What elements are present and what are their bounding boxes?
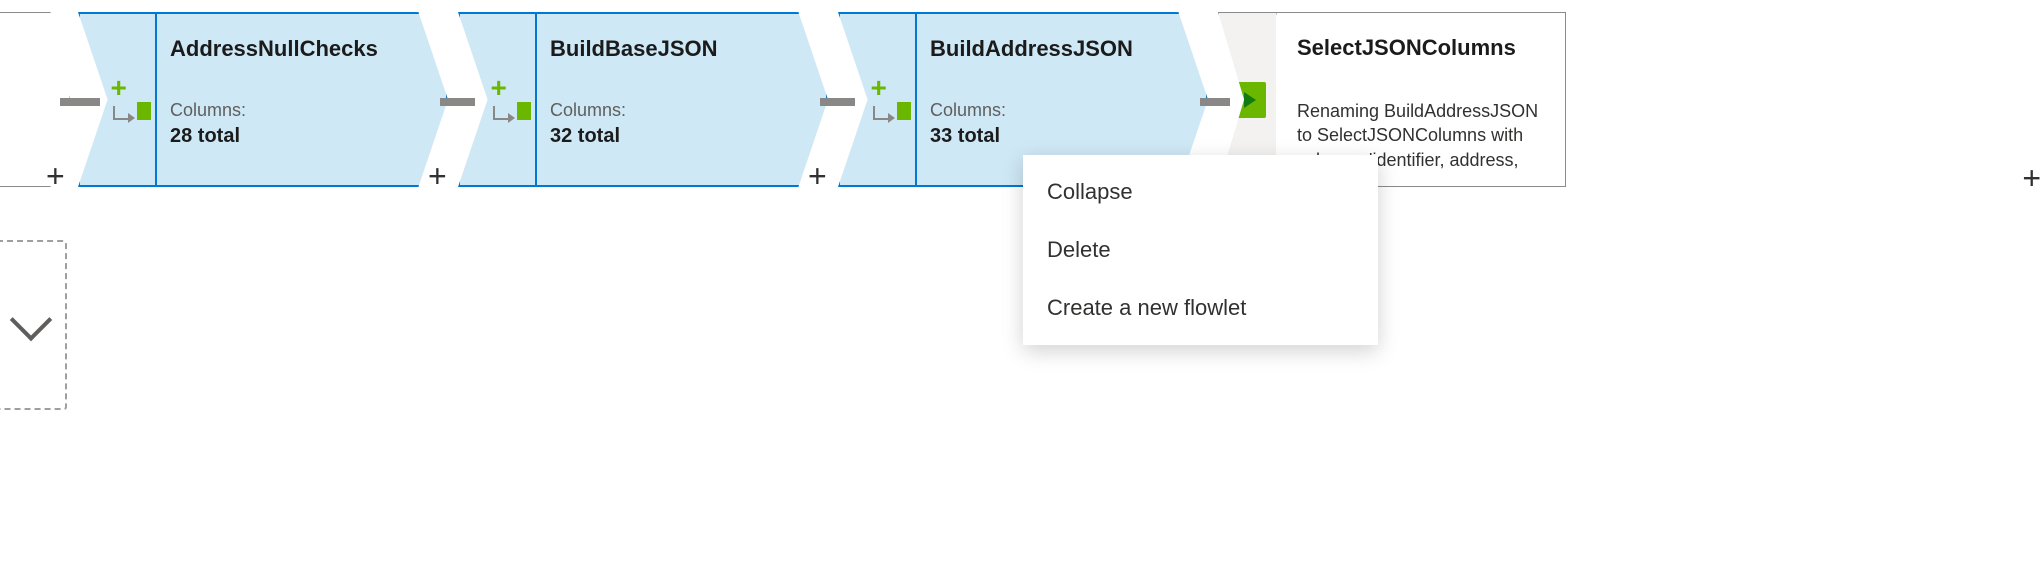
add-step-button[interactable]: + xyxy=(428,158,447,195)
divider xyxy=(155,14,157,185)
chevron-down-icon xyxy=(10,299,52,341)
context-menu: Collapse Delete Create a new flowlet xyxy=(1023,155,1378,345)
columns-label: Columns: xyxy=(930,100,1171,121)
columns-label: Columns: xyxy=(170,100,411,121)
add-step-button[interactable]: + xyxy=(46,158,65,195)
node-title: SelectJSONColumns xyxy=(1297,35,1555,61)
dataflow-canvas[interactable]: + + AddressNullChecks Columns: 28 total … xyxy=(0,0,2043,564)
node-title: AddressNullChecks xyxy=(170,36,411,62)
divider xyxy=(535,14,537,185)
columns-value: 28 total xyxy=(170,125,411,148)
select-icon xyxy=(1230,82,1266,118)
derived-column-icon: + xyxy=(491,82,527,118)
columns-value: 32 total xyxy=(550,125,791,148)
node-address-null-checks[interactable]: + AddressNullChecks Columns: 28 total xyxy=(78,12,448,187)
node-title: BuildAddressJSON xyxy=(930,36,1171,62)
collapsed-branch-placeholder[interactable] xyxy=(0,240,67,410)
node-build-base-json[interactable]: + BuildBaseJSON Columns: 32 total xyxy=(458,12,828,187)
add-step-button[interactable]: + xyxy=(808,158,827,195)
connector xyxy=(1200,98,1230,106)
derived-column-icon: + xyxy=(871,82,907,118)
context-menu-collapse[interactable]: Collapse xyxy=(1023,163,1378,221)
add-step-button[interactable]: + xyxy=(2022,160,2041,197)
context-menu-create-flowlet[interactable]: Create a new flowlet xyxy=(1023,279,1378,337)
columns-value: 33 total xyxy=(930,125,1171,148)
derived-column-icon: + xyxy=(111,82,147,118)
divider xyxy=(915,14,917,185)
context-menu-delete[interactable]: Delete xyxy=(1023,221,1378,279)
columns-label: Columns: xyxy=(550,100,791,121)
node-title: BuildBaseJSON xyxy=(550,36,791,62)
